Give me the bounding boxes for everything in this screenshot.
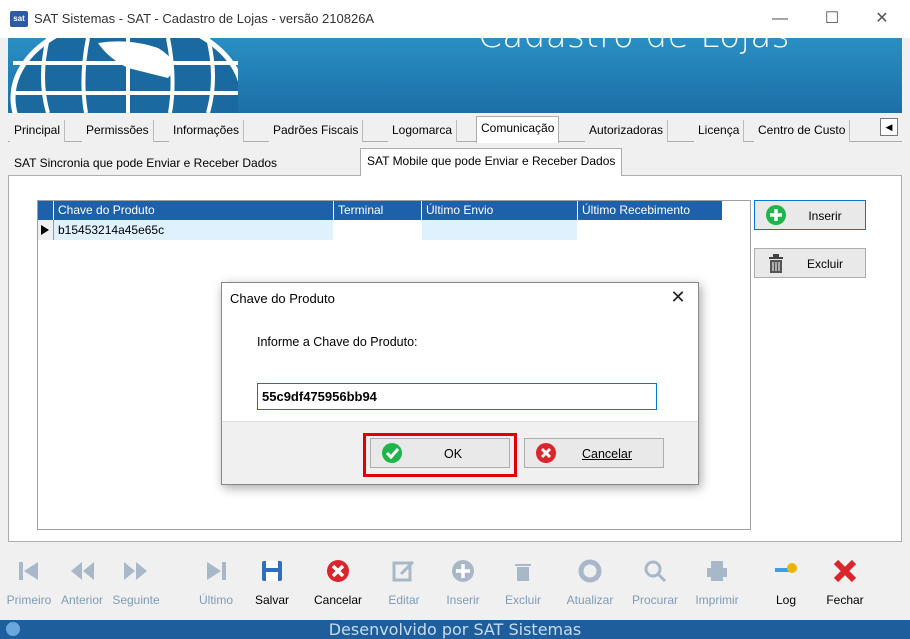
- toolbar-close-button[interactable]: Fechar: [822, 558, 868, 607]
- toolbar-label: Excluir: [504, 593, 541, 607]
- delete-button-label: Excluir: [806, 257, 843, 271]
- dialog-prompt: Informe a Chave do Produto:: [257, 335, 418, 349]
- main-tabs: Principal Permissões Informações Padrões…: [8, 114, 902, 143]
- globe-icon: [6, 622, 20, 636]
- toolbar-next-button[interactable]: Seguinte: [110, 558, 162, 607]
- toolbar-label: Anterior: [60, 593, 104, 607]
- product-key-dialog: Chave do Produto ✕ Informe a Chave do Pr…: [221, 282, 699, 485]
- prev-icon: [71, 562, 94, 580]
- column-header[interactable]: Chave do Produto: [54, 201, 334, 220]
- close-icon: [833, 559, 857, 583]
- product-key-input[interactable]: 55c9df475956bb94: [257, 383, 657, 410]
- footer-bar: Desenvolvido por SAT Sistemas: [0, 620, 910, 639]
- cancel-button-label: Cancelar: [525, 447, 663, 461]
- insert-button[interactable]: Inserir: [754, 200, 866, 230]
- delete-icon: [515, 564, 531, 581]
- toolbar-label: Imprimir: [695, 593, 739, 607]
- navigation-toolbar: Primeiro Anterior Seguinte Último Salvar…: [0, 548, 910, 618]
- insert-icon: [452, 560, 474, 582]
- insert-button-label: Inserir: [808, 209, 842, 223]
- tab-comunicacao[interactable]: Comunicação: [476, 116, 560, 143]
- window-close-button[interactable]: ✕: [862, 5, 902, 33]
- app-logo-icon: sat: [10, 11, 28, 27]
- table-cell[interactable]: [578, 220, 723, 240]
- sub-tabs: SAT Sincronia que pode Enviar e Receber …: [8, 148, 902, 177]
- toolbar-label: Inserir: [446, 593, 480, 607]
- delete-button[interactable]: Excluir: [754, 248, 866, 278]
- toolbar-label: Atualizar: [566, 593, 614, 607]
- toolbar-search-button[interactable]: Procurar: [625, 558, 685, 607]
- save-icon: [262, 561, 282, 581]
- page-title: Cadastro de Lojas: [478, 16, 790, 56]
- toolbar-edit-button[interactable]: Editar: [384, 558, 424, 607]
- toolbar-label: Log: [775, 593, 797, 607]
- tab-autorizadoras[interactable]: Autorizadoras: [585, 120, 669, 142]
- toolbar-label: Procurar: [631, 593, 678, 607]
- toolbar-label: Último: [198, 593, 233, 607]
- grid-header: Chave do Produto Terminal Último Envio Ú…: [38, 201, 723, 220]
- tab-sat-sincronia[interactable]: SAT Sincronia que pode Enviar e Receber …: [8, 152, 283, 176]
- footer-text: Desenvolvido por SAT Sistemas: [328, 620, 582, 639]
- tabs-scroll-left-button[interactable]: ◀: [880, 118, 898, 136]
- ok-highlight-box: [363, 433, 517, 477]
- column-header[interactable]: Último Envio: [422, 201, 578, 220]
- toolbar-delete-button[interactable]: Excluir: [500, 558, 546, 607]
- dialog-close-button[interactable]: ✕: [668, 287, 688, 309]
- tab-permissoes[interactable]: Permissões: [82, 120, 154, 142]
- tab-sat-mobile[interactable]: SAT Mobile que pode Enviar e Receber Dad…: [360, 148, 623, 177]
- toolbar-log-button[interactable]: Log: [770, 558, 802, 607]
- tab-padroes-fiscais[interactable]: Padrões Fiscais: [269, 120, 364, 142]
- toolbar-cancel-button[interactable]: Cancelar: [310, 558, 366, 607]
- toolbar-label: Cancelar: [313, 593, 363, 607]
- table-cell[interactable]: [422, 220, 578, 240]
- tab-principal[interactable]: Principal: [10, 120, 66, 142]
- toolbar-insert-button[interactable]: Inserir: [440, 558, 486, 607]
- globe-logo-icon: [8, 38, 238, 113]
- cancel-icon: [327, 560, 349, 582]
- table-row[interactable]: b15453214a45e65c: [54, 220, 723, 240]
- last-icon: [207, 562, 226, 580]
- table-cell[interactable]: [334, 220, 422, 240]
- toolbar-label: Primeiro: [6, 593, 52, 607]
- column-header[interactable]: Último Recebimento: [578, 201, 723, 220]
- toolbar-label: Fechar: [826, 593, 864, 607]
- maximize-button[interactable]: ☐: [812, 5, 852, 33]
- cancel-button[interactable]: Cancelar: [524, 438, 664, 468]
- toolbar-label: Salvar: [254, 593, 289, 607]
- toolbar-last-button[interactable]: Último: [196, 558, 236, 607]
- tab-logomarca[interactable]: Logomarca: [388, 120, 458, 142]
- toolbar-print-button[interactable]: Imprimir: [688, 558, 746, 607]
- toolbar-label: Editar: [388, 593, 420, 607]
- tab-licenca[interactable]: Licença: [694, 120, 745, 142]
- toolbar-previous-button[interactable]: Anterior: [56, 558, 108, 607]
- table-cell[interactable]: b15453214a45e65c: [54, 220, 334, 240]
- tab-centro-de-custo[interactable]: Centro de Custo: [754, 120, 851, 142]
- next-icon: [124, 562, 147, 580]
- dialog-title: Chave do Produto: [222, 283, 698, 314]
- column-header[interactable]: Terminal: [334, 201, 422, 220]
- print-icon: [707, 561, 727, 581]
- toolbar-label: Seguinte: [112, 593, 160, 607]
- tab-informacoes[interactable]: Informações: [169, 120, 245, 142]
- row-indicator-icon: [38, 220, 54, 240]
- first-icon: [19, 562, 38, 580]
- dialog-body: Informe a Chave do Produto: 55c9df475956…: [222, 314, 698, 421]
- toolbar-first-button[interactable]: Primeiro: [6, 558, 52, 607]
- toolbar-refresh-button[interactable]: Atualizar: [560, 558, 620, 607]
- grid-corner: [38, 201, 54, 220]
- window-title: SAT Sistemas - SAT - Cadastro de Lojas -…: [34, 11, 375, 26]
- search-icon: [644, 560, 667, 583]
- refresh-icon: [578, 559, 602, 583]
- toolbar-save-button[interactable]: Salvar: [252, 558, 292, 607]
- edit-icon: [392, 560, 415, 582]
- cancel-button-text: Cancelar: [581, 447, 633, 461]
- key-icon: [775, 563, 797, 573]
